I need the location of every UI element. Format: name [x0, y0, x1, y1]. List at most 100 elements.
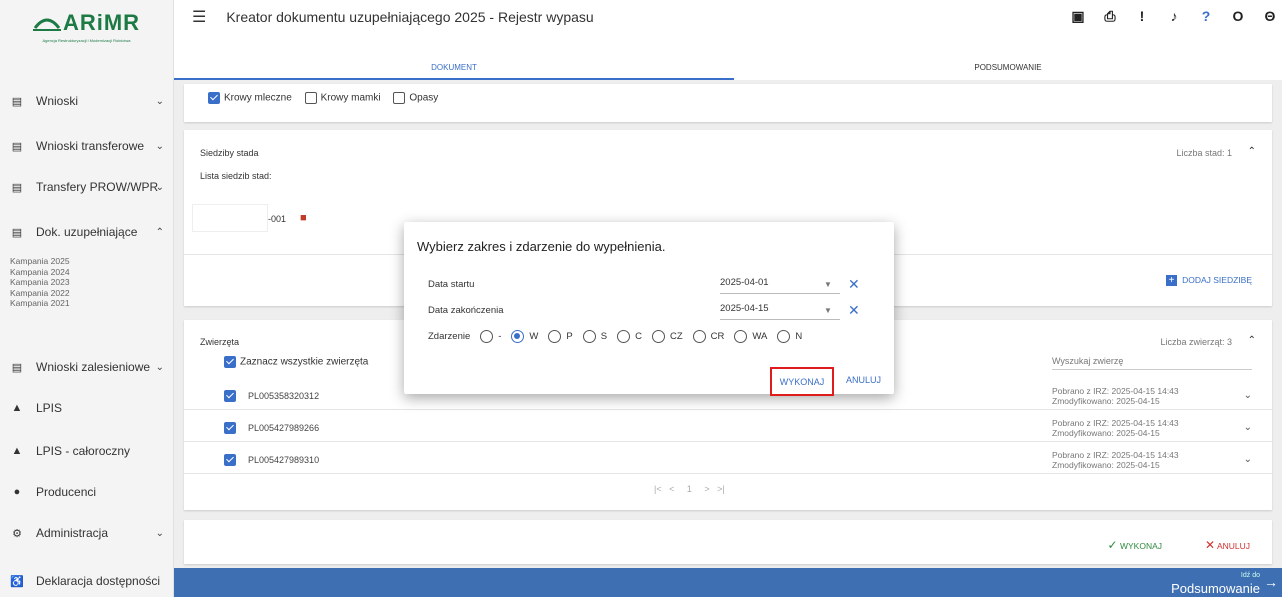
- logo-subtitle: Agencja Restrukturyzacji i Modernizacji …: [42, 37, 131, 43]
- sidebar-subitem[interactable]: Kampania 2024: [10, 267, 70, 278]
- table-row[interactable]: PL005427989266 Pobrano z IRZ: 2025-04-15…: [184, 414, 1272, 442]
- fattening-checkbox[interactable]: [393, 92, 406, 104]
- chevron-down-icon[interactable]: ⌄: [1244, 422, 1252, 433]
- animal-id: PL005427989310: [248, 454, 320, 465]
- search-animal-input[interactable]: Wyszukaj zwierzę: [1052, 356, 1252, 370]
- end-date-field[interactable]: 2025-04-15: [720, 303, 769, 314]
- sidebar-item-lpis[interactable]: ▲ LPIS: [0, 393, 174, 423]
- animal-id: PL005427989266: [248, 422, 320, 433]
- doc-icon: ▤: [11, 140, 23, 153]
- modified-text: Zmodyfikowano: 2025-04-15: [1052, 427, 1160, 438]
- end-date-label: Data zakończenia: [428, 305, 504, 316]
- clear-start-icon[interactable]: ✕: [848, 276, 860, 293]
- event-radio-selected[interactable]: W: [511, 330, 538, 343]
- sidebar-item-lpis-caloroczny[interactable]: ▲ LPIS - całoroczny: [0, 436, 174, 466]
- clear-end-icon[interactable]: ✕: [848, 302, 860, 319]
- animals-count: Liczba zwierząt: 3: [1160, 337, 1232, 347]
- doc-icon: ▤: [11, 181, 23, 194]
- alert-icon[interactable]: !: [1134, 8, 1150, 25]
- event-radio[interactable]: CZ: [651, 330, 683, 343]
- sidebar-subitem[interactable]: Kampania 2025: [10, 256, 70, 267]
- nurse-label: Krowy mamki: [320, 92, 381, 104]
- sidebar-subitem[interactable]: Kampania 2023: [10, 277, 70, 288]
- event-radio[interactable]: P: [548, 330, 573, 343]
- sidebar-item-label: Wnioski zalesieniowe: [36, 360, 151, 374]
- bell-icon[interactable]: ♪: [1166, 8, 1182, 25]
- end-date-underline: [720, 319, 840, 320]
- sidebar-item-wnioski-zalesieniowe[interactable]: ▤ Wnioski zalesieniowe ⌄: [0, 352, 174, 382]
- logo[interactable]: ARiMR Agencja Restrukturyzacji i Moderni…: [0, 0, 173, 52]
- sidebar-item-producenci[interactable]: ● Producenci: [0, 477, 174, 507]
- sidebar-item-administracja[interactable]: ⚙ Administracja ⌄: [0, 518, 174, 548]
- herd-item-id: -001: [268, 214, 287, 224]
- select-all-checkbox[interactable]: [224, 356, 236, 368]
- dropdown-arrow-icon[interactable]: ▼: [824, 280, 832, 289]
- dialog-execute-button[interactable]: WYKONAJ: [770, 367, 834, 396]
- user-icon[interactable]: Θ: [1262, 8, 1278, 25]
- tab-bar: DOKUMENT PODSUMOWANIE: [174, 58, 1282, 80]
- sidebar-item-label: Wnioski transferowe: [36, 139, 145, 153]
- table-row[interactable]: PL005427989310 Pobrano z IRZ: 2025-04-15…: [184, 446, 1272, 474]
- dairy-checkbox[interactable]: [208, 92, 220, 104]
- chevron-down-icon[interactable]: ⌄: [1244, 390, 1252, 401]
- nurse-checkbox[interactable]: [304, 92, 317, 104]
- logo-name: ARiMR: [62, 9, 141, 35]
- mountain-icon: ▲: [11, 445, 23, 457]
- chevron-down-icon[interactable]: ⌄: [1244, 454, 1252, 465]
- herd-list-label: Lista siedzib stad:: [200, 171, 272, 181]
- next-step-bar[interactable]: Idź do Podsumowanie →: [174, 568, 1282, 597]
- add-herd-button[interactable]: + DODAJ SIEDZIBĘ: [1166, 275, 1252, 286]
- sidebar-item-wnioski-transferowe[interactable]: ▤ Wnioski transferowe ⌄: [0, 131, 174, 161]
- arrow-right-icon: →: [1264, 574, 1278, 590]
- sidebar-subitem[interactable]: Kampania 2021: [10, 298, 70, 309]
- sidebar-item-label: LPIS - całoroczny: [36, 444, 131, 458]
- downloaded-text: Pobrano z IRZ: 2025-04-15 14:43: [1052, 449, 1179, 460]
- tab-summary[interactable]: PODSUMOWANIE: [734, 58, 1282, 80]
- sidebar-item-wnioski[interactable]: ▤ Wnioski ⌄: [0, 86, 174, 116]
- sidebar-item-label: Transfery PROW/WPR: [36, 180, 159, 194]
- next-hint: Idź do: [1240, 572, 1260, 579]
- save-icon[interactable]: ▣: [1070, 8, 1086, 25]
- dialog-cancel-button[interactable]: ANULUJ: [846, 375, 881, 385]
- dropdown-arrow-icon[interactable]: ▼: [824, 306, 832, 315]
- event-radio[interactable]: C: [617, 330, 642, 343]
- power-icon[interactable]: O: [1230, 8, 1246, 25]
- event-radio[interactable]: N: [777, 330, 802, 343]
- chevron-up-icon: ⌃: [155, 226, 164, 238]
- row-checkbox[interactable]: [224, 453, 236, 466]
- tab-document[interactable]: DOKUMENT: [174, 58, 734, 80]
- chevron-up-icon[interactable]: ⌃: [1248, 146, 1256, 157]
- sidebar-subitem[interactable]: Kampania 2022: [10, 288, 70, 299]
- hamburger-menu-icon[interactable]: ☰: [192, 7, 206, 27]
- sidebar-item-label: LPIS: [36, 401, 63, 415]
- close-icon: ✕: [1204, 538, 1216, 552]
- help-icon[interactable]: ?: [1198, 8, 1214, 25]
- execute-button[interactable]: ✓ WYKONAJ: [1108, 538, 1162, 552]
- chevron-down-icon: ⌄: [155, 527, 164, 539]
- print-icon[interactable]: ⎙: [1102, 8, 1118, 25]
- cancel-button[interactable]: ✕ ANULUJ: [1205, 538, 1250, 552]
- dairy-label: Krowy mleczne: [224, 92, 292, 104]
- chevron-up-icon[interactable]: ⌃: [1248, 335, 1256, 346]
- select-all[interactable]: Zaznacz wszystkie zwierzęta: [224, 356, 368, 368]
- event-radio[interactable]: -: [480, 330, 501, 343]
- sidebar-item-label: Dok. uzupełniające: [36, 225, 138, 239]
- chevron-down-icon: ⌄: [155, 95, 164, 107]
- page-title: Kreator dokumentu uzupełniającego 2025 -…: [226, 9, 594, 25]
- sidebar-item-label: Producenci: [36, 485, 97, 499]
- sidebar-item-transfery[interactable]: ▤ Transfery PROW/WPR ⌄: [0, 172, 174, 202]
- dialog-title: Wybierz zakres i zdarzenie do wypełnieni…: [417, 239, 666, 254]
- row-checkbox[interactable]: [224, 421, 236, 434]
- trash-icon[interactable]: ■: [300, 212, 307, 224]
- herd-section-title: Siedziby stada: [200, 148, 259, 158]
- downloaded-text: Pobrano z IRZ: 2025-04-15 14:43: [1052, 385, 1179, 396]
- pagination[interactable]: |< < 1 > >|: [654, 484, 725, 494]
- row-checkbox[interactable]: [224, 389, 236, 402]
- event-radio[interactable]: WA: [734, 330, 767, 343]
- sidebar-item-dok-uzupelniajace[interactable]: ▤ Dok. uzupełniające ⌃: [0, 217, 174, 247]
- event-radio[interactable]: S: [582, 330, 607, 343]
- start-date-label: Data startu: [428, 279, 475, 290]
- event-radio[interactable]: CR: [692, 330, 724, 343]
- start-date-field[interactable]: 2025-04-01: [720, 277, 769, 288]
- sidebar-item-deklaracja[interactable]: ♿ Deklaracja dostępności: [0, 566, 174, 596]
